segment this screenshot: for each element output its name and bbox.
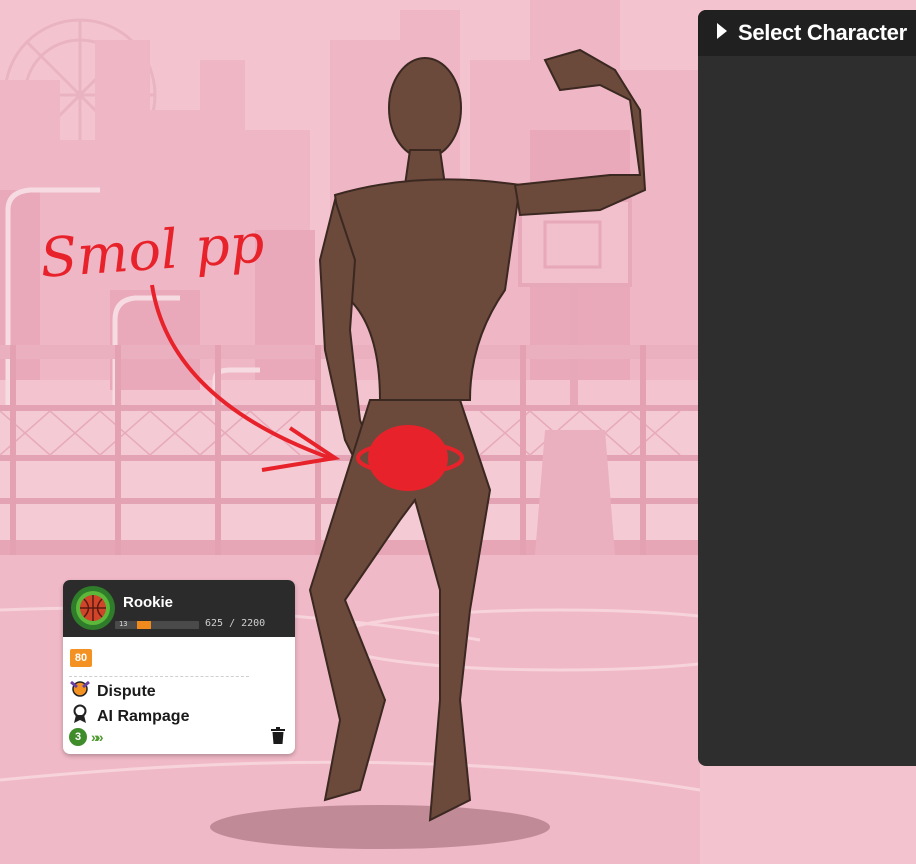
xp-progress-bar: 13 [115,620,199,629]
player-card[interactable]: Rookie 13 625 / 2200 80 Dispute AI Rampa… [63,580,295,754]
trait-dispute-label: Dispute [97,682,156,700]
trait-ai-rampage-label: AI Rampage [97,707,190,725]
streak-badge: 3 [69,728,87,746]
divider [69,676,249,677]
xp-text: 625 / 2200 [205,618,266,629]
panel-title: Select Character [738,20,907,45]
dispute-icon [69,679,91,704]
select-character-panel: Select Character [698,10,916,766]
trash-icon[interactable] [271,727,285,749]
rating-badge: 80 [70,649,92,667]
basketball-rank-icon [69,584,117,637]
award-ribbon-icon [69,704,91,729]
play-triangle-icon [716,22,728,45]
player-level: 13 [119,620,128,628]
trait-row-ai-rampage: AI Rampage [69,704,189,729]
trait-row-dispute: Dispute [69,679,156,704]
rank-name: Rookie [123,594,174,611]
chevrons-icon: »» [91,729,103,745]
xp-progress-fill [137,621,151,629]
select-character-header[interactable]: Select Character [698,10,916,56]
streak-row: 3 »» [69,728,103,746]
card-header: Rookie 13 625 / 2200 [63,580,295,637]
